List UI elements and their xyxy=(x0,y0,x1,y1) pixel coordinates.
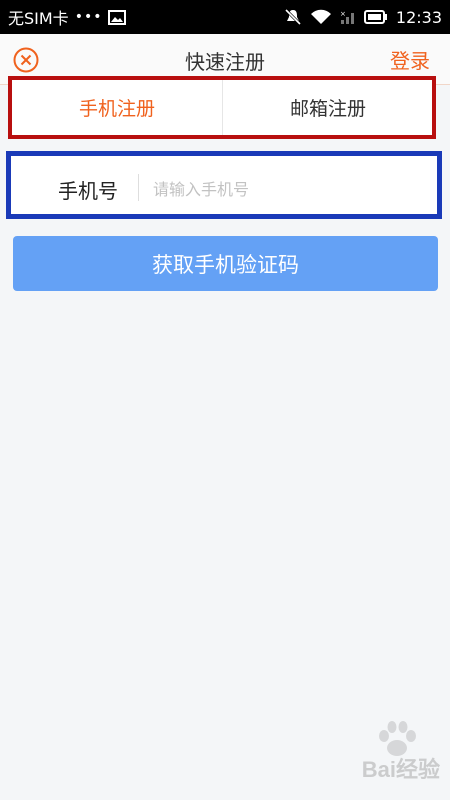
register-tabs: 手机注册 邮箱注册 xyxy=(8,76,436,139)
phone-field-container: 手机号 xyxy=(6,151,442,219)
field-divider xyxy=(138,174,139,201)
image-icon xyxy=(108,9,127,25)
phone-input[interactable] xyxy=(151,172,425,206)
watermark-text: Bai经验 xyxy=(361,757,440,782)
battery-icon xyxy=(363,10,388,24)
login-link[interactable]: 登录 xyxy=(390,45,430,74)
mute-icon xyxy=(284,8,302,26)
wifi-icon xyxy=(310,9,332,25)
status-left: 无SIM卡 ••• xyxy=(8,0,127,34)
carrier-label: 无SIM卡 xyxy=(8,9,69,28)
signal-icon: × xyxy=(340,9,356,25)
status-right: × 12:33 xyxy=(284,0,442,34)
get-verification-code-button[interactable]: 获取手机验证码 xyxy=(13,236,438,291)
page-title: 快速注册 xyxy=(185,50,265,74)
phone-label: 手机号 xyxy=(58,179,118,203)
tab-phone-register[interactable]: 手机注册 xyxy=(12,80,222,135)
status-bar: 无SIM卡 ••• × 12:33 xyxy=(0,0,450,34)
clock: 12:33 xyxy=(395,7,442,27)
notification-dots: ••• xyxy=(74,9,103,25)
svg-text:×: × xyxy=(340,10,346,18)
tab-email-register[interactable]: 邮箱注册 xyxy=(222,80,433,135)
